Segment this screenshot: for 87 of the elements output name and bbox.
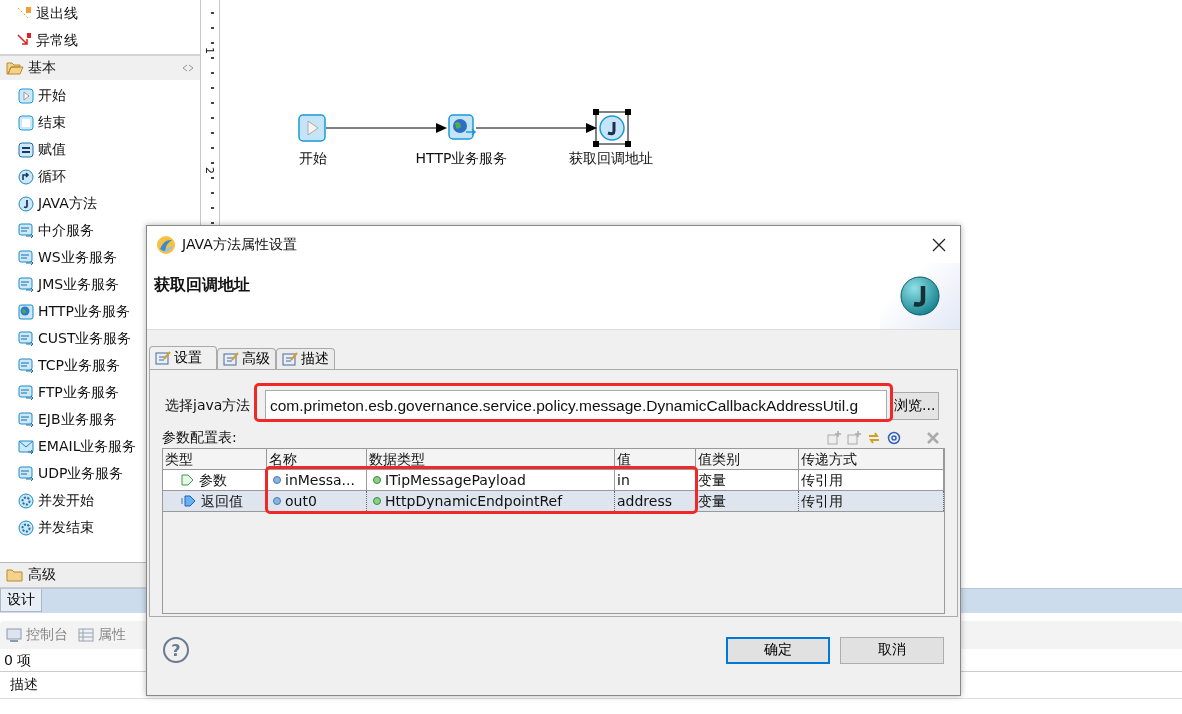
column-header: 名称 — [267, 449, 367, 469]
globe-icon[interactable] — [448, 114, 476, 142]
dialog-tab[interactable]: 描述 — [276, 348, 335, 369]
browse-button[interactable]: 浏览... — [890, 392, 940, 420]
service-icon — [18, 411, 34, 428]
table-cell: 变量 — [696, 470, 799, 490]
play-icon[interactable] — [298, 114, 326, 142]
table-cell: HttpDynamicEndpointRef — [385, 492, 563, 510]
service-icon — [18, 330, 34, 347]
app-logo-icon — [156, 234, 176, 255]
service-icon — [18, 384, 34, 401]
ruler-label: 2 — [203, 167, 216, 174]
java-icon — [18, 195, 34, 212]
output-arrow-icon — [181, 495, 197, 507]
table-cell: in — [615, 470, 696, 490]
collapse-icon[interactable] — [182, 64, 194, 72]
table-label: 参数配置表: — [162, 429, 237, 447]
service-icon — [18, 222, 34, 239]
service-icon — [18, 357, 34, 374]
mail-icon — [18, 438, 34, 455]
palette-item[interactable]: 循环 — [0, 163, 200, 190]
input-arrow-icon — [181, 474, 195, 486]
folder-icon — [6, 568, 24, 582]
column-header: 传递方式 — [799, 449, 944, 469]
edit-page-icon — [223, 351, 239, 367]
palette-item[interactable]: 赋值 — [0, 136, 200, 163]
palette-item[interactable]: 开始 — [0, 82, 200, 109]
palette-item[interactable]: HTTP业务服务 — [0, 298, 200, 325]
table-cell: address — [615, 491, 696, 511]
node-label: 开始 — [297, 150, 328, 168]
service-icon — [18, 465, 34, 482]
folder-icon — [6, 61, 24, 75]
column-header: 值 — [615, 449, 696, 469]
dot-icon — [273, 476, 281, 484]
play-icon — [18, 87, 34, 104]
palette-item[interactable]: 并发结束 — [0, 514, 200, 541]
table-cell: 参数 — [199, 471, 227, 489]
dialog-heading: 获取回调地址 — [153, 274, 250, 296]
java-icon — [899, 275, 941, 317]
window-title: JAVA方法属性设置 — [182, 235, 298, 254]
loop-icon — [18, 168, 34, 185]
swap-icon[interactable] — [867, 431, 881, 445]
add-row-icon[interactable] — [827, 431, 841, 445]
dialog-button[interactable]: 确定 — [726, 636, 830, 664]
close-icon[interactable] — [932, 237, 946, 252]
table-cell: ITipMessagePayload — [385, 471, 526, 489]
service-icon — [18, 276, 34, 293]
column-header: 数据类型 — [367, 449, 615, 469]
node-label: HTTP业务服务 — [414, 150, 509, 168]
table-cell: 变量 — [696, 491, 799, 511]
column-header: 值类别 — [696, 449, 799, 469]
editor-tab[interactable]: 设计 — [0, 589, 42, 612]
edit-page-icon — [155, 350, 171, 366]
dot-icon — [273, 497, 281, 505]
column-header: 类型 — [163, 449, 267, 469]
table-cell: 传引用 — [799, 491, 944, 511]
palette-item[interactable]: 结束 — [0, 109, 200, 136]
dialog-tab[interactable]: 设置 — [149, 346, 217, 369]
monitor-icon — [6, 627, 22, 643]
service-icon — [18, 249, 34, 266]
stop-icon — [18, 114, 34, 131]
method-field[interactable]: com.primeton.esb.governance.service.policy.message.DynamicCallbackAddressUtil.g — [265, 390, 887, 422]
dot-icon — [373, 497, 381, 505]
edit-page-icon — [282, 351, 298, 367]
table-cell: out0 — [285, 492, 317, 510]
palette-item[interactable]: 异常线 — [0, 27, 200, 54]
table-cell: 返回值 — [201, 492, 243, 510]
field-label: 选择java方法 — [165, 397, 252, 415]
dialog-button[interactable]: 取消 — [840, 636, 944, 664]
equals-icon — [18, 141, 34, 158]
table-cell: 传引用 — [799, 470, 944, 490]
table-row[interactable]: 参数 inMessa... ITipMessagePayload in 变量 传引用 — [163, 470, 944, 491]
add-row-icon[interactable] — [847, 431, 861, 445]
help-button[interactable]: ? — [163, 637, 189, 663]
table-icon — [78, 627, 94, 643]
delete-icon[interactable] — [927, 432, 939, 444]
table-cell: inMessa... — [285, 471, 355, 489]
dialog-tab[interactable]: 高级 — [217, 348, 276, 369]
ruler-label: 1 — [203, 47, 216, 54]
palette-section-header[interactable]: 基本 — [0, 54, 200, 80]
palette-item[interactable]: JAVA方法 — [0, 190, 200, 217]
palette-item[interactable]: 退出线 — [0, 0, 200, 27]
globe-icon — [18, 303, 34, 320]
node-label: 获取回调地址 — [567, 150, 654, 168]
column-header: 描述 — [10, 676, 38, 694]
dot-icon — [373, 476, 381, 484]
table-row[interactable]: 返回值 out0 HttpDynamicEndpointRef address 变量 传引用 — [163, 491, 944, 512]
